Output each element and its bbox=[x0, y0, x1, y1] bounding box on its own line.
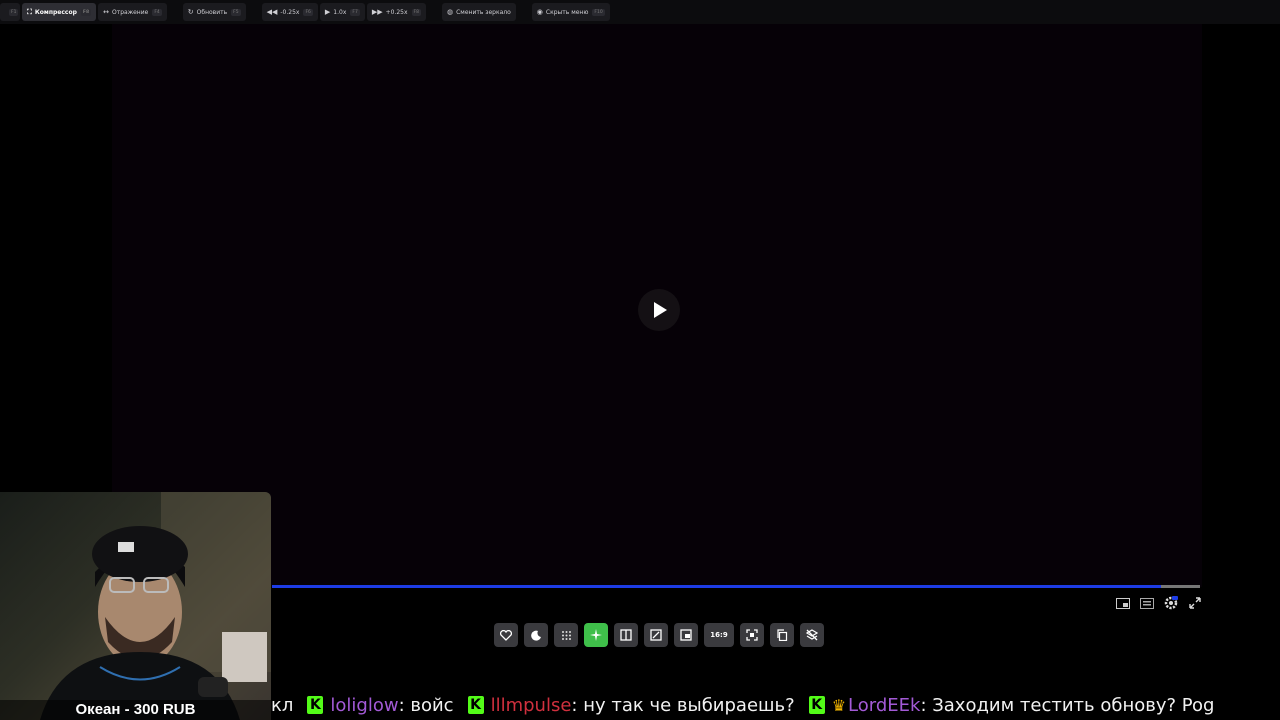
mirror-icon: ↔ bbox=[103, 8, 109, 16]
grid-icon[interactable] bbox=[554, 623, 578, 647]
speed-down-button[interactable]: ◀◀ -0.25x F6 bbox=[261, 3, 318, 21]
chat-username: LordEEk bbox=[848, 694, 921, 716]
fullscreen-icon[interactable] bbox=[1188, 597, 1202, 609]
forward-icon: ▶▶ bbox=[371, 8, 383, 16]
mirror-key: F4 bbox=[152, 8, 162, 16]
speed-down-label: -0.25x bbox=[280, 8, 300, 16]
chat-message: K ♛ LordEEk : Заходим тестить обнову? Po… bbox=[808, 694, 1215, 716]
change-mirror-button[interactable]: ◍ Сменить зеркало bbox=[442, 3, 516, 21]
split-icon[interactable] bbox=[614, 623, 638, 647]
speed-normal-button[interactable]: ▶ 1.0x F7 bbox=[319, 3, 365, 21]
play-icon bbox=[654, 302, 667, 318]
toolbar-button-hidden[interactable]: F1 bbox=[0, 3, 20, 21]
speed-normal-label: 1.0x bbox=[333, 8, 347, 16]
compressor-key: F8 bbox=[80, 8, 92, 16]
rewind-icon: ◀◀ bbox=[266, 8, 278, 16]
kick-icon: K bbox=[808, 696, 825, 714]
globe-icon: ◍ bbox=[447, 8, 454, 16]
compressor-button[interactable]: ⛶ Компрессор F8 bbox=[22, 3, 97, 21]
refresh-label: Обновить bbox=[196, 8, 228, 16]
refresh-icon: ↻ bbox=[187, 8, 194, 16]
kick-icon: K bbox=[307, 696, 324, 714]
heart-icon[interactable] bbox=[494, 623, 518, 647]
chat-message: кл bbox=[271, 695, 293, 716]
chat-message: K lllmpulse : ну так че выбираешь? bbox=[467, 694, 795, 716]
moon-icon[interactable] bbox=[524, 623, 548, 647]
compressor-label: Компрессор bbox=[34, 8, 77, 16]
eye-icon: ◉ bbox=[536, 8, 543, 16]
chat-ticker: кл K loliglow : войс K lllmpulse : ну та… bbox=[271, 690, 1280, 720]
chat-text: : войс bbox=[398, 694, 454, 716]
hide-menu-button[interactable]: ◉ Скрыть меню F10 bbox=[531, 3, 610, 21]
chat-username: lllmpulse bbox=[490, 694, 572, 716]
hide-menu-key: F10 bbox=[592, 8, 605, 16]
speed-normal-key: F7 bbox=[350, 8, 360, 16]
mirror-button[interactable]: ↔ Отражение F4 bbox=[98, 3, 167, 21]
play-button[interactable] bbox=[638, 289, 680, 331]
chat-username: loliglow bbox=[330, 694, 399, 716]
refresh-button[interactable]: ↻ Обновить F5 bbox=[182, 3, 246, 21]
play-icon: ▶ bbox=[324, 8, 331, 16]
progress-fill bbox=[272, 585, 1162, 588]
miniplayer-icon[interactable] bbox=[1116, 597, 1130, 609]
toolbar-key: F1 bbox=[9, 8, 19, 16]
layers-off-icon[interactable] bbox=[800, 623, 824, 647]
chat-message: K loliglow : войс bbox=[307, 694, 454, 716]
player-controls-right bbox=[1106, 596, 1202, 610]
change-mirror-label: Сменить зеркало bbox=[456, 8, 511, 16]
hide-menu-label: Скрыть меню bbox=[545, 8, 589, 16]
chat-text: : ну так че выбираешь? bbox=[571, 694, 795, 716]
donation-caption: Океан - 300 RUB bbox=[0, 700, 271, 720]
top-toolbar: F1 ⛶ Компрессор F8 ↔ Отражение F4 ↻ Обно… bbox=[0, 0, 1280, 24]
streamer-figure bbox=[40, 526, 267, 720]
focus-icon[interactable] bbox=[740, 623, 764, 647]
resize-icon[interactable] bbox=[644, 623, 668, 647]
speed-up-button[interactable]: ▶▶ +0.25x F8 bbox=[366, 3, 426, 21]
copy-icon[interactable] bbox=[770, 623, 794, 647]
sparkle-icon[interactable] bbox=[584, 623, 608, 647]
kick-icon: K bbox=[467, 696, 484, 714]
aspect-ratio-button[interactable]: 16:9 bbox=[704, 623, 734, 647]
webcam-overlay bbox=[0, 492, 271, 720]
chat-text: : Заходим тестить обнову? Pog bbox=[920, 694, 1215, 716]
mirror-label: Отражение bbox=[111, 8, 149, 16]
crown-icon: ♛ bbox=[831, 695, 847, 715]
refresh-key: F5 bbox=[231, 8, 241, 16]
pip-icon[interactable] bbox=[674, 623, 698, 647]
aspect-ratio-label: 16:9 bbox=[710, 631, 728, 639]
subtitles-icon[interactable] bbox=[1140, 597, 1154, 609]
chat-text: кл bbox=[271, 694, 294, 716]
speed-down-key: F6 bbox=[303, 8, 313, 16]
compress-icon: ⛶ bbox=[27, 7, 32, 16]
progress-bar[interactable] bbox=[272, 585, 1200, 588]
settings-icon[interactable] bbox=[1164, 596, 1178, 610]
speed-up-key: F8 bbox=[411, 8, 421, 16]
speed-up-label: +0.25x bbox=[385, 8, 408, 16]
extension-icon-bar: 16:9 bbox=[494, 623, 830, 647]
